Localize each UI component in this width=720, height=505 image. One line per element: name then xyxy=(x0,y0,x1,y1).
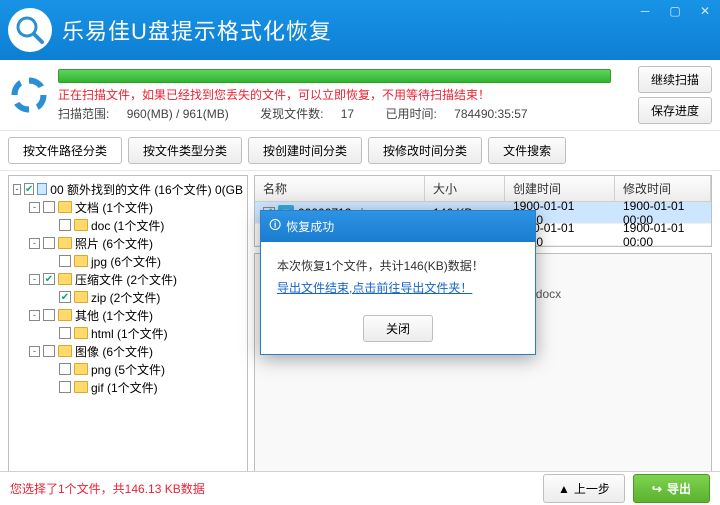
tree-node[interactable]: doc (1个文件) xyxy=(13,216,243,234)
tree-node[interactable]: jpg (6个文件) xyxy=(13,252,243,270)
folder-icon xyxy=(74,327,88,339)
prev-step-button[interactable]: ▲上一步 xyxy=(543,474,625,503)
scan-status-row: 正在扫描文件，如果已经找到您丢失的文件，可以立即恢复，不用等待扫描结束！ 扫描范… xyxy=(0,60,720,131)
success-dialog: 🛈 恢复成功 本次恢复1个文件，共计146(KB)数据！ 导出文件结束,点击前往… xyxy=(260,210,536,355)
dialog-body: 本次恢复1个文件，共计146(KB)数据！ 导出文件结束,点击前往导出文件夹！ xyxy=(261,242,535,309)
dialog-footer: 关闭 xyxy=(261,309,535,354)
tree-node[interactable]: - 其他 (1个文件) xyxy=(13,306,243,324)
tree-checkbox[interactable]: ✔ xyxy=(43,273,55,285)
tree-label: 压缩文件 (2个文件) xyxy=(75,271,177,288)
file-mtime: 1900-01-01 00:00 xyxy=(615,221,711,249)
tree-checkbox[interactable] xyxy=(59,363,71,375)
tree-checkbox[interactable] xyxy=(59,381,71,393)
tree-checkbox[interactable] xyxy=(59,255,71,267)
folder-icon xyxy=(74,255,88,267)
tree-checkbox[interactable] xyxy=(59,219,71,231)
scan-buttons: 继续扫描 保存进度 xyxy=(638,66,712,124)
open-export-folder-link[interactable]: 导出文件结束,点击前往导出文件夹！ xyxy=(277,278,519,300)
folder-icon xyxy=(74,381,88,393)
spinner-icon xyxy=(8,74,50,116)
selection-summary: 您选择了1个文件，共146.13 KB数据 xyxy=(10,480,205,497)
continue-scan-button[interactable]: 继续扫描 xyxy=(638,66,712,93)
tree-checkbox[interactable] xyxy=(59,327,71,339)
tree-checkbox[interactable]: ✔ xyxy=(24,183,34,195)
th-size[interactable]: 大小 xyxy=(425,176,505,201)
tree-label: 图像 (6个文件) xyxy=(75,343,153,360)
tree-label: png (5个文件) xyxy=(91,361,165,378)
triangle-up-icon: ▲ xyxy=(558,482,570,496)
folder-icon xyxy=(74,291,88,303)
tree-toggle[interactable]: - xyxy=(29,238,40,249)
scan-stats: 扫描范围: 960(MB) / 961(MB) 发现文件数: 17 已用时间: … xyxy=(58,105,628,122)
tree-checkbox[interactable]: ✔ xyxy=(59,291,71,303)
tab-by-path[interactable]: 按文件路径分类 xyxy=(8,137,122,164)
save-progress-button[interactable]: 保存进度 xyxy=(638,97,712,124)
info-icon: 🛈 xyxy=(269,216,281,237)
footer-buttons: ▲上一步 ↪导出 xyxy=(543,474,710,503)
tree-label: html (1个文件) xyxy=(91,325,168,342)
scan-info: 正在扫描文件，如果已经找到您丢失的文件，可以立即恢复，不用等待扫描结束！ 扫描范… xyxy=(58,69,628,122)
file-tree[interactable]: -✔00 额外找到的文件 (16个文件) 0(GB-文档 (1个文件)doc (… xyxy=(8,175,248,479)
tree-node[interactable]: -✔ 00 额外找到的文件 (16个文件) 0(GB xyxy=(13,180,243,198)
tree-checkbox[interactable] xyxy=(43,237,55,249)
tree-label: gif (1个文件) xyxy=(91,379,158,396)
tree-checkbox[interactable] xyxy=(43,345,55,357)
tab-search[interactable]: 文件搜索 xyxy=(488,137,566,164)
tree-node[interactable]: html (1个文件) xyxy=(13,324,243,342)
tree-node[interactable]: - 文档 (1个文件) xyxy=(13,198,243,216)
close-button[interactable]: ✕ xyxy=(690,0,720,22)
minimize-button[interactable]: ─ xyxy=(630,0,660,22)
tree-toggle[interactable]: - xyxy=(29,274,40,285)
folder-icon xyxy=(58,237,72,249)
tree-toggle[interactable]: - xyxy=(29,310,40,321)
folder-icon xyxy=(58,273,72,285)
window-controls: ─ ▢ ✕ xyxy=(630,0,720,22)
maximize-button[interactable]: ▢ xyxy=(660,0,690,22)
tree-label: 其他 (1个文件) xyxy=(75,307,153,324)
tree-label: 00 额外找到的文件 (16个文件) 0(GB xyxy=(50,181,243,198)
tree-checkbox[interactable] xyxy=(43,309,55,321)
dialog-close-button[interactable]: 关闭 xyxy=(363,315,433,342)
drive-icon xyxy=(37,183,47,195)
tree-node[interactable]: ✔ zip (2个文件) xyxy=(13,288,243,306)
titlebar: 乐易佳U盘提示格式化恢复 ─ ▢ ✕ xyxy=(0,0,720,60)
tree-label: 文档 (1个文件) xyxy=(75,199,153,216)
tree-node[interactable]: -✔ 压缩文件 (2个文件) xyxy=(13,270,243,288)
tree-node[interactable]: - 照片 (6个文件) xyxy=(13,234,243,252)
tree-toggle[interactable]: - xyxy=(29,202,40,213)
th-mtime[interactable]: 修改时间 xyxy=(615,176,711,201)
tree-label: 照片 (6个文件) xyxy=(75,235,153,252)
folder-icon xyxy=(74,363,88,375)
export-icon: ↪ xyxy=(652,482,662,496)
tab-by-ctime[interactable]: 按创建时间分类 xyxy=(248,137,362,164)
th-name[interactable]: 名称 xyxy=(255,176,425,201)
tree-toggle[interactable]: - xyxy=(13,184,21,195)
classification-tabs: 按文件路径分类 按文件类型分类 按创建时间分类 按修改时间分类 文件搜索 xyxy=(0,131,720,171)
dialog-title: 恢复成功 xyxy=(286,218,334,235)
footer: 您选择了1个文件，共146.13 KB数据 ▲上一步 ↪导出 xyxy=(0,471,720,505)
tab-by-type[interactable]: 按文件类型分类 xyxy=(128,137,242,164)
tree-label: zip (2个文件) xyxy=(91,289,160,306)
tree-node[interactable]: - 图像 (6个文件) xyxy=(13,342,243,360)
tree-label: jpg (6个文件) xyxy=(91,253,161,270)
tree-toggle[interactable]: - xyxy=(29,346,40,357)
folder-icon xyxy=(58,309,72,321)
tree-node[interactable]: gif (1个文件) xyxy=(13,378,243,396)
export-button[interactable]: ↪导出 xyxy=(633,474,710,503)
dialog-line1: 本次恢复1个文件，共计146(KB)数据！ xyxy=(277,256,519,278)
progress-bar xyxy=(58,69,611,83)
tree-node[interactable]: png (5个文件) xyxy=(13,360,243,378)
tab-by-mtime[interactable]: 按修改时间分类 xyxy=(368,137,482,164)
scan-message: 正在扫描文件，如果已经找到您丢失的文件，可以立即恢复，不用等待扫描结束！ xyxy=(58,86,628,103)
dialog-titlebar: 🛈 恢复成功 xyxy=(261,211,535,242)
th-ctime[interactable]: 创建时间 xyxy=(505,176,615,201)
folder-icon xyxy=(74,219,88,231)
app-title: 乐易佳U盘提示格式化恢复 xyxy=(62,14,332,46)
tree-label: doc (1个文件) xyxy=(91,217,164,234)
folder-icon xyxy=(58,201,72,213)
folder-icon xyxy=(58,345,72,357)
app-logo xyxy=(8,8,52,52)
tree-checkbox[interactable] xyxy=(43,201,55,213)
